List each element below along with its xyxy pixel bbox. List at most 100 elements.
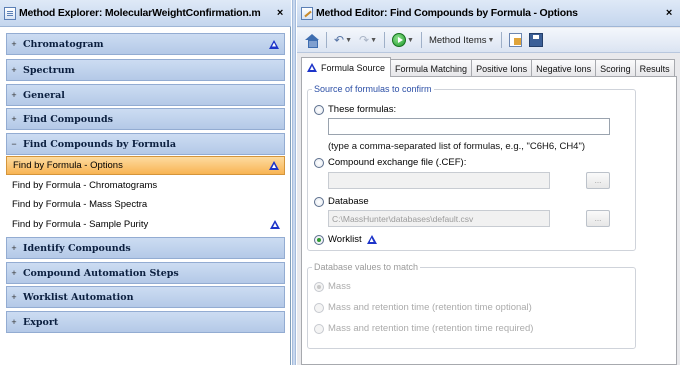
section-label: Spectrum <box>23 64 75 76</box>
warning-triangle-icon <box>307 63 317 72</box>
toolbar-separator <box>501 32 503 48</box>
save-method-button[interactable] <box>527 31 545 49</box>
section-label: Chromatogram <box>23 38 104 50</box>
section-worklist-automation[interactable]: + Worklist Automation <box>6 286 285 308</box>
worklist-label: Worklist <box>328 234 362 245</box>
item-find-by-formula-sample-purity[interactable]: Find by Formula - Sample Purity <box>6 215 285 234</box>
method-explorer-pane: Method Explorer: MolecularWeightConfirma… <box>0 0 291 365</box>
cef-file-input[interactable] <box>328 172 550 189</box>
tab-negative-ions[interactable]: Negative Ions <box>531 59 597 77</box>
collapse-icon[interactable]: − <box>7 139 21 149</box>
tab-label: Formula Source <box>321 62 386 73</box>
radio-circle[interactable] <box>314 104 324 115</box>
tab-results[interactable]: Results <box>634 59 675 77</box>
expand-icon[interactable]: + <box>7 243 21 253</box>
expand-icon[interactable]: + <box>7 39 21 49</box>
run-button[interactable]: ▼ <box>390 31 416 49</box>
editor-tabs: Formula Source Formula Matching Positive… <box>301 57 680 77</box>
mass-rt-required-label: Mass and retention time (retention time … <box>328 323 534 334</box>
section-general[interactable]: + General <box>6 84 285 106</box>
section-label: Identify Compounds <box>23 242 131 254</box>
redo-button[interactable]: ↷ ▼ <box>357 31 379 49</box>
worklist-radio[interactable]: Worklist <box>314 234 382 245</box>
method-editor-titlebar: Method Editor: Find Compounds by Formula… <box>297 0 680 27</box>
expand-icon[interactable]: + <box>7 317 21 327</box>
radio-circle[interactable] <box>314 281 324 292</box>
expand-icon[interactable]: + <box>7 268 21 278</box>
warning-triangle-icon <box>270 220 280 229</box>
item-label: Find by Formula - Chromatograms <box>12 180 158 191</box>
item-find-by-formula-mass-spectra[interactable]: Find by Formula - Mass Spectra <box>6 195 285 214</box>
section-export[interactable]: + Export <box>6 311 285 333</box>
item-label: Find by Formula - Mass Spectra <box>12 199 148 210</box>
mass-label: Mass <box>328 281 351 292</box>
item-find-by-formula-options[interactable]: Find by Formula - Options <box>6 156 285 175</box>
method-explorer-title: Method Explorer: MolecularWeightConfirma… <box>19 7 261 19</box>
toolbar-separator <box>384 32 385 48</box>
mass-rt-optional-radio[interactable]: Mass and retention time (retention time … <box>314 302 532 313</box>
expand-icon[interactable]: + <box>7 292 21 302</box>
method-items-label: Method Items <box>428 34 487 46</box>
tab-positive-ions[interactable]: Positive Ions <box>471 59 533 77</box>
section-find-compounds-by-formula[interactable]: − Find Compounds by Formula <box>6 133 285 155</box>
home-button[interactable] <box>303 31 321 49</box>
redo-icon: ↷ <box>359 33 370 47</box>
explorer-window-icon <box>4 6 16 20</box>
radio-circle[interactable] <box>314 302 324 313</box>
open-method-button[interactable] <box>507 31 524 49</box>
cef-label: Compound exchange file (.CEF): <box>328 157 467 168</box>
tab-scoring[interactable]: Scoring <box>595 59 636 77</box>
cef-browse-button[interactable]: ... <box>586 172 610 189</box>
mass-radio[interactable]: Mass <box>314 281 351 292</box>
radio-circle[interactable] <box>314 196 324 207</box>
dropdown-arrow-icon: ▼ <box>487 36 495 44</box>
warning-triangle-icon <box>269 39 279 49</box>
formulas-hint: (type a comma-separated list of formulas… <box>328 141 586 152</box>
dropdown-arrow-icon: ▼ <box>407 36 414 44</box>
close-explorer-button[interactable]: × <box>273 7 287 19</box>
radio-circle[interactable] <box>314 234 324 245</box>
section-label: General <box>23 89 65 101</box>
tab-formula-source[interactable]: Formula Source <box>301 57 392 77</box>
database-radio[interactable]: Database <box>314 196 369 207</box>
mass-rt-required-radio[interactable]: Mass and retention time (retention time … <box>314 323 533 334</box>
warning-triangle-icon <box>269 161 279 170</box>
method-items-menu[interactable]: Method Items ▼ <box>427 31 497 49</box>
section-spectrum[interactable]: + Spectrum <box>6 59 285 81</box>
database-browse-button[interactable]: ... <box>586 210 610 227</box>
section-label: Find Compounds by Formula <box>23 138 177 150</box>
editor-window-icon <box>301 6 313 20</box>
home-icon <box>305 33 319 48</box>
section-find-compounds[interactable]: + Find Compounds <box>6 108 285 130</box>
cef-radio[interactable]: Compound exchange file (.CEF): <box>314 157 466 168</box>
section-compound-automation-steps[interactable]: + Compound Automation Steps <box>6 262 285 284</box>
expand-icon[interactable]: + <box>7 65 21 75</box>
database-path-input[interactable]: C:\MassHunter\databases\default.csv <box>328 210 550 227</box>
mass-rt-optional-label: Mass and retention time (retention time … <box>328 302 532 313</box>
section-label: Compound Automation Steps <box>23 267 179 279</box>
radio-circle[interactable] <box>314 157 324 168</box>
source-group-legend: Source of formulas to confirm <box>314 84 432 94</box>
editor-toolbar: ↶ ▼ ↷ ▼ ▼ Method Items ▼ <box>297 28 680 53</box>
expand-icon[interactable]: + <box>7 90 21 100</box>
section-label: Worklist Automation <box>23 291 134 303</box>
toolbar-separator <box>326 32 327 48</box>
these-formulas-radio[interactable]: These formulas: <box>314 104 396 115</box>
undo-button[interactable]: ↶ ▼ <box>332 31 354 49</box>
dropdown-arrow-icon: ▼ <box>345 36 352 44</box>
expand-icon[interactable]: + <box>7 114 21 124</box>
warning-triangle-icon <box>366 235 377 244</box>
save-icon <box>529 33 544 47</box>
item-label: Find by Formula - Options <box>13 160 123 171</box>
item-find-by-formula-chromatograms[interactable]: Find by Formula - Chromatograms <box>6 176 285 195</box>
close-editor-button[interactable]: × <box>662 7 676 19</box>
section-identify-compounds[interactable]: + Identify Compounds <box>6 237 285 259</box>
radio-circle[interactable] <box>314 323 324 334</box>
section-label: Export <box>23 316 59 328</box>
pane-splitter[interactable] <box>292 0 296 365</box>
method-editor-title: Method Editor: Find Compounds by Formula… <box>316 7 578 19</box>
tab-formula-matching[interactable]: Formula Matching <box>390 59 473 77</box>
section-label: Find Compounds <box>23 113 113 125</box>
section-chromatogram[interactable]: + Chromatogram <box>6 33 285 55</box>
these-formulas-input[interactable] <box>328 118 610 135</box>
